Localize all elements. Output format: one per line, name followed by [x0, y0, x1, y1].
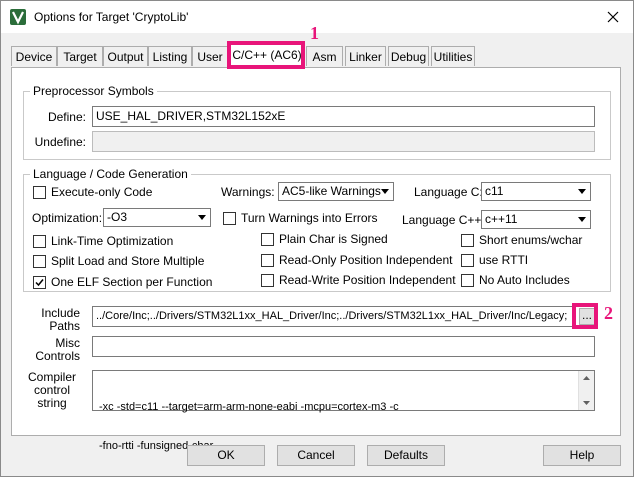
include-paths-input[interactable]: ../Core/Inc;../Drivers/STM32L1xx_HAL_Dri…	[92, 306, 576, 327]
highlight-box-tab	[227, 41, 305, 69]
tab-panel: Preprocessor Symbols Define: USE_HAL_DRI…	[11, 67, 621, 452]
undefine-input[interactable]	[92, 131, 595, 152]
warnings-label: Warnings:	[221, 185, 275, 199]
tab-debug[interactable]: Debug	[388, 46, 429, 66]
one-elf-box	[33, 276, 46, 289]
misc-controls-label: Misc Controls	[22, 337, 80, 363]
split-load-box	[33, 255, 46, 268]
compiler-control-label: Compiler control string	[22, 371, 82, 410]
link-time-box	[33, 235, 46, 248]
define-input[interactable]: USE_HAL_DRIVER,STM32L152xE	[92, 106, 595, 127]
include-paths-label: Include Paths	[22, 307, 80, 333]
one-elf-label: One ELF Section per Function	[51, 275, 213, 289]
tab-listing[interactable]: Listing	[148, 46, 192, 66]
execute-only-box	[33, 186, 46, 199]
checkmark-icon	[35, 279, 44, 287]
undefine-label: Undefine:	[34, 135, 86, 149]
plain-char-box	[261, 233, 274, 246]
no-auto-box	[461, 274, 474, 287]
tab-asm[interactable]: Asm	[306, 46, 343, 66]
language-legend: Language / Code Generation	[33, 167, 188, 181]
scroll-up-icon[interactable]	[579, 371, 594, 385]
misc-controls-input[interactable]	[92, 336, 595, 357]
execute-only-label: Execute-only Code	[51, 185, 153, 199]
close-icon	[607, 11, 619, 23]
cancel-button[interactable]: Cancel	[277, 445, 355, 466]
warnings-select[interactable]: AC5-like Warnings	[278, 182, 394, 201]
warnings-value: AC5-like Warnings	[282, 184, 381, 198]
tab-output[interactable]: Output	[103, 46, 148, 66]
tab-device[interactable]: Device	[11, 46, 57, 66]
link-time-label: Link-Time Optimization	[51, 234, 174, 248]
turn-warnings-box	[223, 212, 236, 225]
scroll-down-icon[interactable]	[579, 396, 594, 410]
chevron-down-icon	[574, 211, 590, 228]
split-load-label: Split Load and Store Multiple	[51, 254, 205, 268]
language-cpp-select[interactable]: c++11	[481, 210, 591, 229]
misc-label-line2: Controls	[35, 349, 80, 363]
optimization-value: -O3	[107, 210, 128, 224]
define-label: Define:	[47, 110, 86, 124]
tab-user[interactable]: User	[192, 46, 228, 66]
use-rtti-label: use RTTI	[479, 253, 529, 267]
language-c-value: c11	[485, 184, 504, 198]
close-button[interactable]	[593, 1, 633, 33]
read-only-label: Read-Only Position Independent	[279, 253, 453, 267]
help-button[interactable]: Help	[543, 445, 621, 466]
compiler-control-textarea[interactable]: -xc -std=c11 --target=arm-arm-none-eabi …	[92, 370, 595, 452]
short-enums-box	[461, 234, 474, 247]
read-write-label: Read-Write Position Independent	[279, 273, 456, 287]
use-rtti-box	[461, 254, 474, 267]
ok-button[interactable]: OK	[187, 445, 265, 466]
compiler-scrollbar[interactable]	[578, 371, 594, 410]
chevron-down-icon	[194, 209, 210, 226]
chevron-down-icon	[377, 183, 393, 200]
defaults-button[interactable]: Defaults	[367, 445, 445, 466]
language-cpp-label: Language C++:	[402, 213, 485, 227]
language-cpp-value: c++11	[485, 212, 518, 226]
marker-one: 1	[310, 23, 319, 43]
optimization-label: Optimization:	[32, 211, 103, 225]
plain-char-label: Plain Char is Signed	[279, 232, 388, 246]
options-dialog: Options for Target 'CryptoLib' Device Ta…	[0, 0, 634, 477]
include-label-line2: Paths	[49, 319, 80, 333]
tab-utilities[interactable]: Utilities	[431, 46, 475, 66]
highlight-box-browse	[572, 303, 598, 329]
language-c-select[interactable]: c11	[481, 182, 591, 201]
tab-linker[interactable]: Linker	[345, 46, 386, 66]
keil-app-icon	[10, 9, 26, 25]
read-write-box	[261, 274, 274, 287]
read-only-box	[261, 254, 274, 267]
no-auto-label: No Auto Includes	[479, 273, 570, 287]
chevron-down-icon	[574, 183, 590, 200]
compiler-label-line3: string	[37, 396, 67, 410]
tab-target[interactable]: Target	[57, 46, 103, 66]
compiler-line1: -xc -std=c11 --target=arm-arm-none-eabi …	[99, 401, 399, 413]
turn-warnings-label: Turn Warnings into Errors	[241, 211, 378, 225]
preprocessor-legend: Preprocessor Symbols	[33, 84, 154, 98]
optimization-select[interactable]: -O3	[103, 208, 211, 227]
marker-two: 2	[604, 303, 613, 323]
window-title: Options for Target 'CryptoLib'	[34, 10, 189, 24]
short-enums-label: Short enums/wchar	[479, 233, 583, 247]
language-c-label: Language C:	[414, 185, 483, 199]
